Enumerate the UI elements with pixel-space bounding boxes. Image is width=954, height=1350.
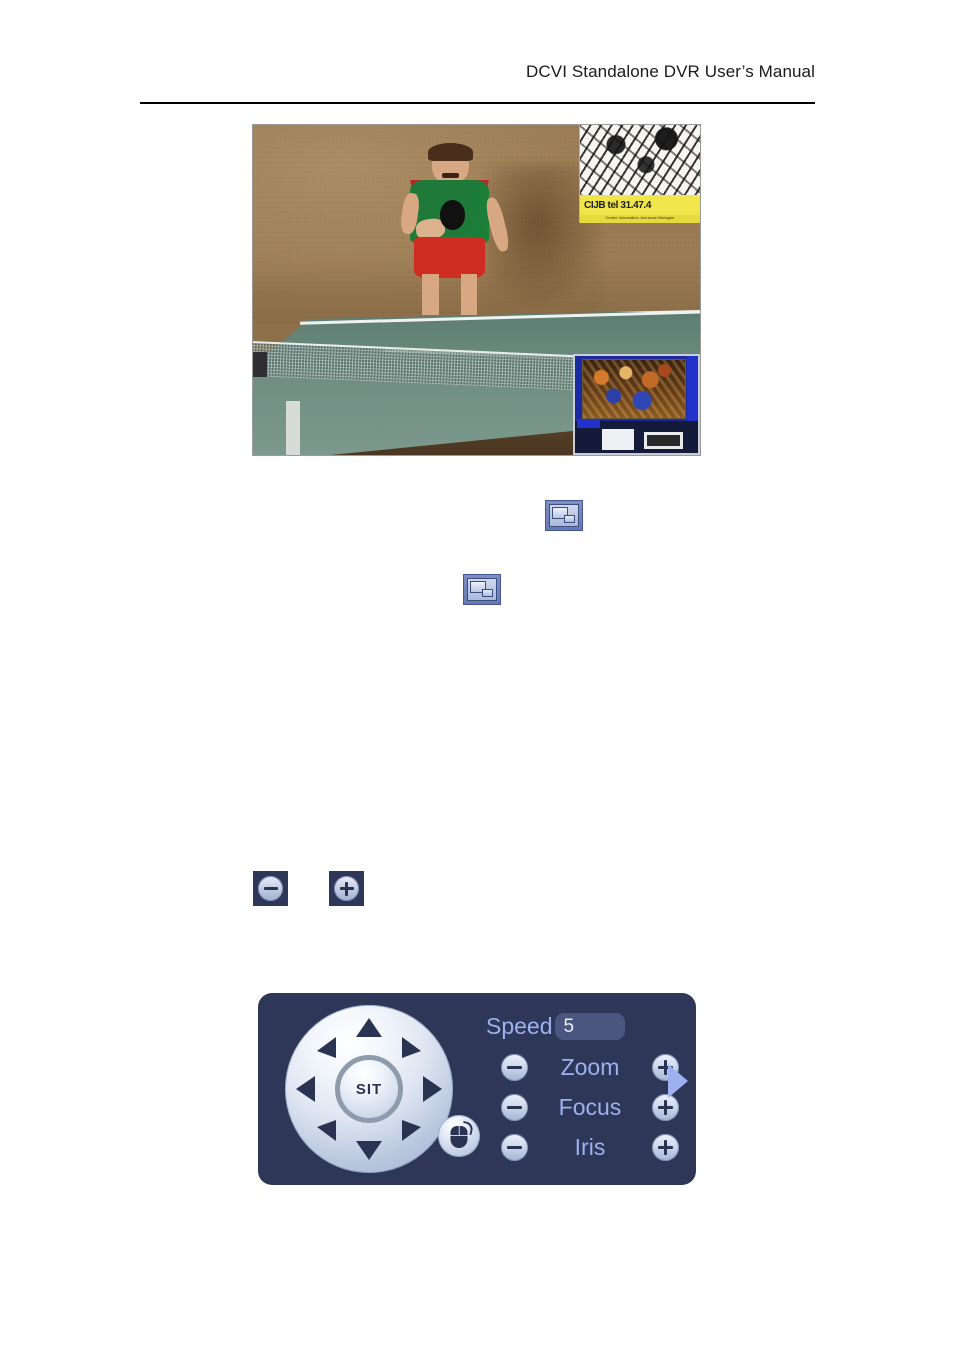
header-divider [140, 102, 815, 104]
arrow-down-right-icon[interactable] [402, 1120, 421, 1141]
player-moustache [441, 172, 460, 179]
iris-control-row: Iris [501, 1134, 679, 1161]
table-tennis-player [399, 142, 512, 330]
pip-layout-icon-frame [549, 504, 579, 527]
player-shorts [414, 237, 486, 278]
ptz-direction-pad[interactable]: SIT [285, 1005, 453, 1173]
wall-poster: CIJB tel 31.47.4 Centre Information Jeun… [579, 125, 700, 223]
plus-icon [334, 876, 359, 901]
arrow-up-right-icon[interactable] [402, 1037, 421, 1058]
speed-input[interactable]: 5 [554, 1013, 625, 1040]
focus-plus-button[interactable] [652, 1094, 679, 1121]
plus-icon-bar-vertical [663, 1059, 667, 1076]
arrow-right-icon[interactable] [423, 1076, 442, 1102]
iris-plus-button[interactable] [652, 1134, 679, 1161]
zoom-label: Zoom [560, 1054, 620, 1080]
table-leg [285, 400, 300, 455]
mouse-button[interactable] [438, 1115, 480, 1157]
plus-button[interactable] [329, 871, 364, 906]
zoom-control-row: Zoom [501, 1054, 679, 1081]
arrow-up-icon[interactable] [356, 1018, 382, 1037]
plus-icon-bar-vertical [663, 1139, 667, 1156]
speed-label: Speed [486, 1013, 553, 1039]
player-hair [428, 142, 474, 162]
arrow-down-icon[interactable] [356, 1141, 382, 1160]
minus-icon [506, 1105, 523, 1109]
ptz-center-button[interactable]: SIT [335, 1055, 403, 1123]
player-leg-left [422, 274, 439, 315]
net-post [253, 352, 268, 377]
iris-label: Iris [574, 1134, 606, 1160]
minus-icon [506, 1145, 523, 1149]
poster-band-subtext: Centre Information Jeunesse Bretagne [580, 215, 700, 223]
arrow-up-left-icon[interactable] [317, 1037, 336, 1058]
live-preview-image: CIJB tel 31.47.4 Centre Information Jeun… [252, 124, 701, 456]
player-leg-right [460, 274, 478, 315]
poster-band: CIJB tel 31.47.4 [580, 195, 700, 216]
focus-minus-button[interactable] [501, 1094, 528, 1121]
pip-crowd-scene [582, 358, 686, 420]
focus-label: Focus [558, 1094, 622, 1120]
arrow-left-icon[interactable] [296, 1076, 315, 1102]
pip-layout-icon-sub-pane [563, 514, 575, 523]
page-title: DCVI Standalone DVR User’s Manual [526, 62, 815, 81]
arrow-down-left-icon[interactable] [317, 1120, 336, 1141]
pip-layout-icon[interactable] [463, 574, 501, 605]
poster-artwork [580, 125, 700, 195]
pip-blue-swatch [577, 419, 600, 428]
plus-icon-bar-vertical [663, 1099, 667, 1116]
minus-button[interactable] [253, 871, 288, 906]
ptz-center-label: SIT [355, 1080, 383, 1098]
mouse-icon [450, 1125, 468, 1148]
pip-layout-icon[interactable] [545, 500, 583, 531]
plus-icon-bar-vertical [345, 881, 348, 896]
ptz-control-panel: SIT Speed 5 Zoom Focus Iris [258, 993, 696, 1185]
chevron-right-icon[interactable] [668, 1064, 688, 1098]
minus-icon [506, 1065, 523, 1069]
pip-layout-icon-frame [467, 578, 497, 601]
poster-band-text: CIJB tel 31.47.4 [584, 200, 651, 211]
iris-minus-button[interactable] [501, 1134, 528, 1161]
page-header: DCVI Standalone DVR User’s Manual [140, 62, 815, 82]
pip-framed-swatch [643, 431, 684, 450]
speed-control: Speed 5 [486, 1013, 625, 1040]
minus-icon-bar [263, 887, 278, 890]
pip-white-swatch [602, 428, 635, 451]
focus-control-row: Focus [501, 1094, 679, 1121]
pip-layout-icon-sub-pane [481, 588, 493, 597]
speed-value: 5 [563, 1015, 575, 1037]
picture-in-picture-inset[interactable] [573, 354, 700, 455]
player-paddle [439, 200, 466, 230]
zoom-minus-button[interactable] [501, 1054, 528, 1081]
minus-icon [258, 876, 283, 901]
